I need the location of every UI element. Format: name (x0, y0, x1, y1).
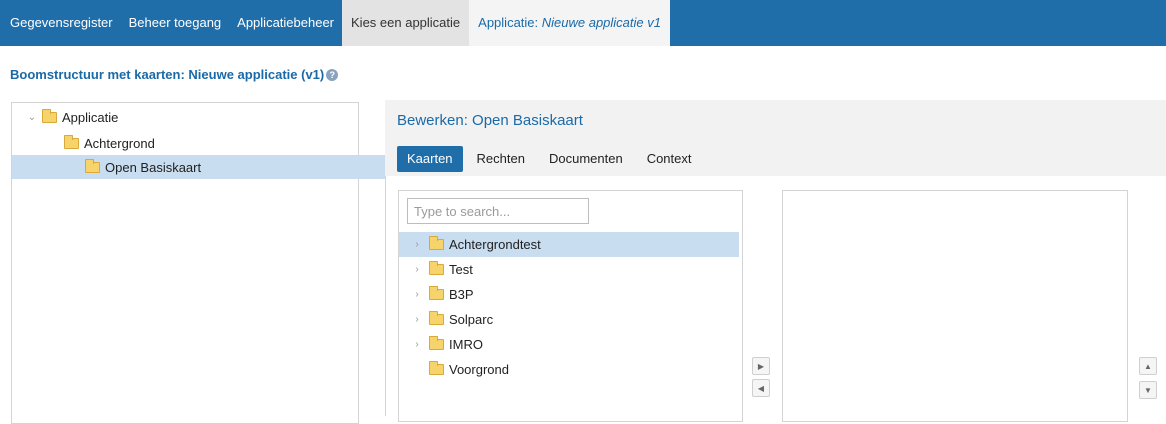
tree-panel: ⌄ Applicatie Achtergrond Open Basiskaart (11, 102, 431, 424)
chevron-right-icon[interactable]: › (411, 289, 423, 300)
list-item-label: Voorgrond (449, 362, 509, 377)
tab-rechten[interactable]: Rechten (467, 146, 535, 172)
move-down-button[interactable]: ▼ (1139, 381, 1157, 399)
list-item-achtergrondtest[interactable]: › Achtergrondtest (399, 232, 739, 257)
triangle-down-icon: ▼ (1144, 385, 1152, 395)
nav-app-prefix: Applicatie: (478, 15, 542, 30)
triangle-right-icon: ▶ (757, 361, 765, 371)
help-icon[interactable]: ? (326, 68, 339, 81)
list-item-label: IMRO (449, 337, 483, 352)
list-item-solparc[interactable]: › Solparc (399, 307, 739, 332)
available-list: › Achtergrondtest › Test › B3P › Solparc… (398, 190, 743, 422)
nav-item-kies-applicatie[interactable]: Kies een applicatie (342, 0, 470, 46)
folder-icon (429, 261, 444, 275)
nav-item-current-application[interactable]: Applicatie: Nieuwe applicatie v1 (469, 0, 670, 46)
list-item-imro[interactable]: › IMRO (399, 332, 739, 357)
tree-item-label: Open Basiskaart (105, 159, 202, 175)
triangle-left-icon: ◀ (757, 383, 765, 393)
move-up-button[interactable]: ▲ (1139, 357, 1157, 375)
editor-title: Bewerken: Open Basiskaart (397, 112, 583, 129)
add-to-selection-button[interactable]: ▶ (752, 357, 770, 375)
top-navigation: Gegevensregister Beheer toegang Applicat… (0, 0, 1166, 46)
chevron-right-icon[interactable]: › (411, 264, 423, 275)
chevron-right-icon[interactable]: › (411, 339, 423, 350)
list-item-test[interactable]: › Test (399, 257, 739, 282)
chevron-down-icon[interactable]: ⌄ (26, 112, 38, 123)
tab-context[interactable]: Context (637, 146, 702, 172)
list-item-voorgrond[interactable]: Voorgrond (399, 357, 757, 382)
list-item-label: Test (449, 262, 473, 277)
tree-item-label: Applicatie (62, 109, 119, 125)
folder-icon (429, 311, 444, 325)
list-item-label: Solparc (449, 312, 494, 327)
folder-icon (85, 158, 100, 173)
folder-icon (429, 286, 444, 300)
nav-item-beheer-toegang[interactable]: Beheer toegang (121, 0, 230, 46)
list-item-b3p[interactable]: › B3P (399, 282, 739, 307)
page-title: Boomstructuur met kaarten: Nieuwe applic… (10, 67, 339, 82)
tree-item-label: Achtergrond (84, 135, 155, 151)
editor-header: Bewerken: Open Basiskaart Kaarten Rechte… (385, 100, 1166, 176)
folder-icon (429, 236, 444, 250)
tab-kaarten[interactable]: Kaarten (397, 146, 463, 172)
chevron-right-icon[interactable]: › (411, 239, 423, 250)
nav-item-gegevensregister[interactable]: Gegevensregister (0, 0, 121, 46)
nav-item-applicatiebeheer[interactable]: Applicatiebeheer (229, 0, 342, 46)
list-item-label: B3P (449, 287, 474, 302)
tree-item-open-basiskaart[interactable]: Open Basiskaart (12, 155, 431, 179)
tree-item-applicatie[interactable]: ⌄ Applicatie (12, 105, 372, 129)
folder-icon (42, 108, 57, 123)
list-item-label: Achtergrondtest (449, 237, 541, 252)
nav-app-name: Nieuwe applicatie v1 (541, 15, 661, 30)
chevron-right-icon[interactable]: › (411, 314, 423, 325)
folder-icon (64, 134, 79, 149)
folder-icon (429, 361, 444, 375)
tree-item-achtergrond[interactable]: Achtergrond (12, 131, 410, 155)
tab-documenten[interactable]: Documenten (539, 146, 633, 172)
remove-from-selection-button[interactable]: ◀ (752, 379, 770, 397)
editor-tabs: Kaarten Rechten Documenten Context (397, 146, 702, 172)
selected-list (782, 190, 1128, 422)
folder-icon (429, 336, 444, 350)
search-input[interactable] (407, 198, 589, 224)
triangle-up-icon: ▲ (1144, 361, 1152, 371)
page-title-text: Boomstructuur met kaarten: Nieuwe applic… (10, 67, 325, 82)
